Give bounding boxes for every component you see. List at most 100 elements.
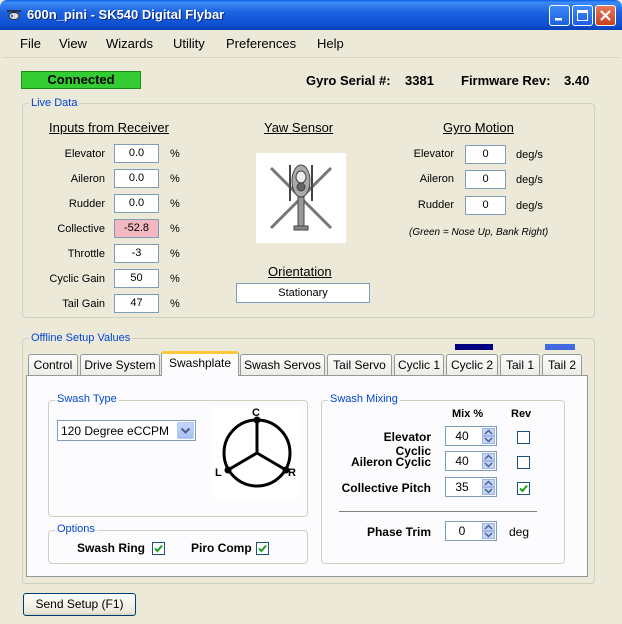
aileron-cyclic-spinbox[interactable]: 40	[445, 451, 497, 471]
input-label-elevator: Elevator	[64, 148, 105, 160]
gyro-unit-aileron: deg/s	[516, 174, 543, 186]
servo-label-r: R	[288, 467, 296, 479]
helicopter-icon	[269, 164, 333, 231]
servo-label-l: L	[215, 467, 222, 479]
phase-trim-spinbox[interactable]: 0	[445, 521, 497, 541]
gyro-serial-label: Gyro Serial #:	[306, 73, 391, 88]
spin-buttons[interactable]	[482, 523, 495, 539]
input-unit-rudder: %	[170, 198, 180, 210]
input-value-tail-gain: 47	[114, 294, 159, 313]
yaw-sensor-title: Yaw Sensor	[264, 120, 334, 135]
collective-pitch-spinbox[interactable]: 35	[445, 477, 497, 497]
collective-pitch-value: 35	[455, 480, 469, 494]
helicopter-app-icon	[7, 10, 21, 20]
collective-pitch-label: Collective Pitch	[341, 481, 431, 495]
input-label-cyclic-gain: Cyclic Gain	[49, 273, 105, 285]
input-unit-throttle: %	[170, 248, 180, 260]
spin-up-button[interactable]	[482, 479, 495, 487]
spin-up-button[interactable]	[482, 428, 495, 436]
menu-wizards[interactable]: Wizards	[106, 36, 153, 51]
gyro-label-elevator: Elevator	[413, 148, 454, 160]
input-label-rudder: Rudder	[68, 198, 105, 210]
gyro-unit-elevator: deg/s	[516, 149, 543, 161]
tab-swash-servos[interactable]: Swash Servos	[240, 354, 325, 375]
cyclic-2-indicator	[455, 344, 493, 350]
tab-tail-servo[interactable]: Tail Servo	[327, 354, 392, 375]
firmware-value: 3.40	[564, 73, 590, 88]
spin-down-button[interactable]	[482, 531, 495, 539]
piro-comp-checkbox[interactable]	[256, 542, 269, 555]
tab-cyclic-1[interactable]: Cyclic 1	[394, 354, 444, 375]
tab-tail-1[interactable]: Tail 1	[500, 354, 540, 375]
input-label-tail-gain: Tail Gain	[62, 298, 105, 310]
spin-buttons[interactable]	[482, 479, 495, 495]
menu-preferences[interactable]: Preferences	[226, 36, 296, 51]
dropdown-button[interactable]	[177, 422, 194, 439]
input-value-aileron: 0.0	[114, 169, 159, 188]
gyro-value-aileron: 0	[465, 170, 506, 189]
aileron-cyclic-rev-checkbox[interactable]	[517, 456, 530, 469]
swash-type-dropdown[interactable]: 120 Degree eCCPM	[57, 420, 196, 441]
close-icon	[600, 10, 611, 21]
tail-2-indicator	[545, 344, 575, 350]
arrow-up-icon	[484, 480, 493, 486]
input-label-aileron: Aileron	[70, 173, 105, 185]
elevator-cyclic-spinbox[interactable]: 40	[445, 426, 497, 446]
spin-down-button[interactable]	[482, 487, 495, 495]
swashplate-panel: Swash Type 120 Degree eCCPM C L R Option…	[26, 375, 588, 577]
piro-comp-label: Piro Comp	[191, 541, 252, 555]
check-icon	[154, 544, 163, 553]
aileron-cyclic-value: 40	[455, 454, 469, 468]
window-title: 600n_pini - SK540 Digital Flybar	[27, 7, 225, 22]
tab-swashplate[interactable]: Swashplate	[161, 351, 239, 376]
spin-down-button[interactable]	[482, 436, 495, 444]
input-value-cyclic-gain: 50	[114, 269, 159, 288]
input-unit-collective: %	[170, 223, 180, 235]
arrow-down-icon	[484, 462, 493, 468]
arrow-down-icon	[484, 488, 493, 494]
swash-mixing-title: Swash Mixing	[328, 393, 400, 405]
send-setup-button[interactable]: Send Setup (F1)	[23, 593, 136, 616]
arrow-down-icon	[484, 532, 493, 538]
input-value-rudder: 0.0	[114, 194, 159, 213]
maximize-button[interactable]	[572, 5, 593, 26]
mixing-divider	[339, 511, 537, 512]
spin-buttons[interactable]	[482, 428, 495, 444]
arrow-up-icon	[484, 524, 493, 530]
menu-utility[interactable]: Utility	[173, 36, 205, 51]
menu-help[interactable]: Help	[317, 36, 344, 51]
input-unit-cyclic-gain: %	[170, 273, 180, 285]
tab-control[interactable]: Control	[28, 354, 78, 375]
minimize-button[interactable]	[549, 5, 570, 26]
spin-buttons[interactable]	[482, 453, 495, 469]
input-label-collective: Collective	[57, 223, 105, 235]
live-data-title: Live Data	[29, 97, 80, 109]
phase-trim-value: 0	[458, 524, 466, 538]
swashplate-diagram-icon	[222, 416, 292, 488]
input-unit-elevator: %	[170, 148, 180, 160]
tab-tail-2[interactable]: Tail 2	[542, 354, 582, 375]
menu-file[interactable]: File	[20, 36, 41, 51]
close-button[interactable]	[595, 5, 616, 26]
collective-pitch-rev-checkbox[interactable]	[517, 482, 530, 495]
tab-cyclic-2[interactable]: Cyclic 2	[446, 354, 498, 375]
spin-up-button[interactable]	[482, 453, 495, 461]
elevator-cyclic-rev-checkbox[interactable]	[517, 431, 530, 444]
minimize-icon	[555, 18, 562, 21]
swash-ring-checkbox[interactable]	[152, 542, 165, 555]
aileron-cyclic-label: Aileron Cyclic	[350, 455, 431, 469]
firmware-label: Firmware Rev:	[461, 73, 551, 88]
menu-view[interactable]: View	[59, 36, 87, 51]
chevron-down-icon	[180, 427, 191, 434]
servo-label-c: C	[252, 407, 260, 419]
gyro-motion-note: (Green = Nose Up, Bank Right)	[409, 227, 549, 238]
arrow-up-icon	[484, 454, 493, 460]
spin-down-button[interactable]	[482, 461, 495, 469]
elevator-cyclic-value: 40	[455, 429, 469, 443]
input-value-collective: -52.8	[114, 219, 159, 238]
gyro-value-elevator: 0	[465, 145, 506, 164]
spin-up-button[interactable]	[482, 523, 495, 531]
tab-drive-system[interactable]: Drive System	[80, 354, 160, 375]
orientation-title: Orientation	[268, 264, 332, 279]
input-value-elevator: 0.0	[114, 144, 159, 163]
